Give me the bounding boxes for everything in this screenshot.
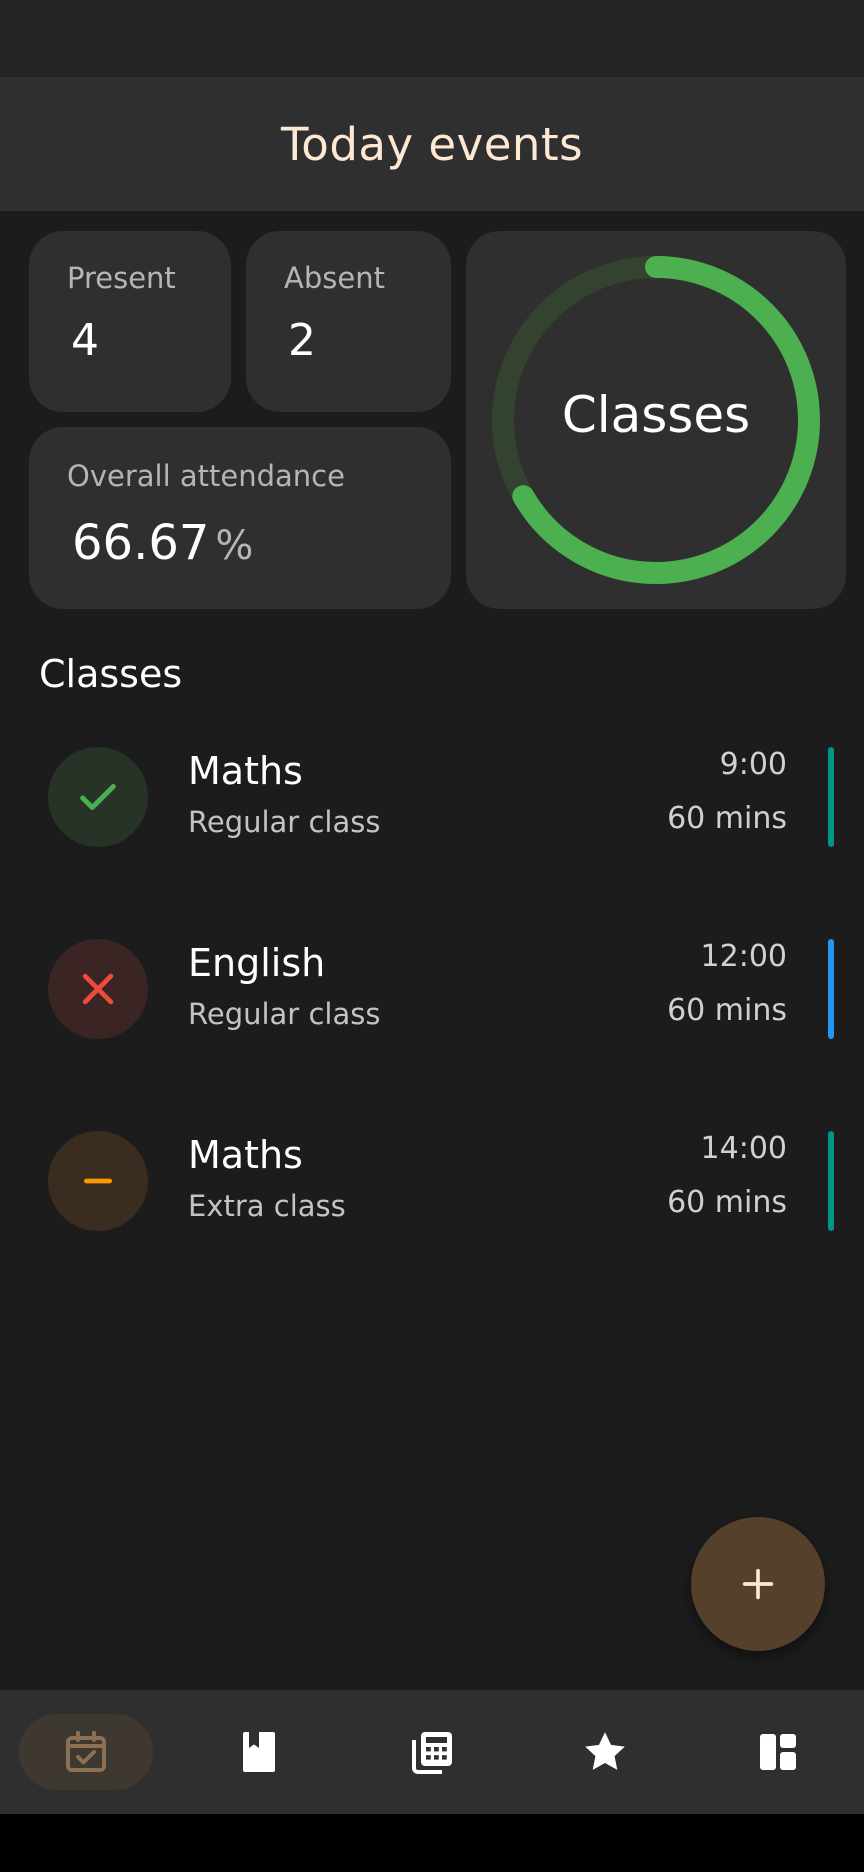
- class-name: English: [188, 941, 326, 985]
- class-accent-bar: [828, 747, 834, 847]
- nav-item-subjects[interactable]: [192, 1714, 326, 1790]
- overall-attendance-value: 66.67%: [72, 515, 253, 571]
- absent-card: Absent 2: [246, 231, 451, 412]
- book-icon: [243, 1732, 275, 1772]
- nav-item-dashboard[interactable]: [711, 1714, 845, 1790]
- dashboard-icon: [760, 1734, 796, 1770]
- system-navigation-bar: [0, 1814, 864, 1872]
- nav-item-favorites[interactable]: [538, 1714, 672, 1790]
- present-label: Present: [67, 261, 176, 295]
- overall-attendance-card: Overall attendance 66.67%: [29, 427, 451, 609]
- present-card: Present 4: [29, 231, 231, 412]
- classes-section-title: Classes: [39, 652, 183, 696]
- class-accent-bar: [828, 1131, 834, 1231]
- class-duration: 60 mins: [667, 1185, 787, 1220]
- minus-icon: [84, 1178, 112, 1184]
- overall-attendance-label: Overall attendance: [67, 459, 345, 493]
- plus-icon: [742, 1568, 774, 1600]
- class-name: Maths: [188, 749, 303, 793]
- class-duration: 60 mins: [667, 801, 787, 836]
- class-time: 9:00: [719, 747, 787, 782]
- class-item[interactable]: Maths Extra class 14:00 60 mins: [0, 1127, 864, 1237]
- calendar-check-icon: [66, 1731, 106, 1772]
- class-duration: 60 mins: [667, 993, 787, 1028]
- status-absent[interactable]: [48, 939, 148, 1039]
- absent-label: Absent: [284, 261, 385, 295]
- class-time: 12:00: [700, 939, 787, 974]
- status-bar: [0, 0, 864, 77]
- star-icon: [585, 1732, 625, 1770]
- class-type: Regular class: [188, 805, 381, 839]
- classes-progress-card[interactable]: Classes: [466, 231, 846, 609]
- page-title: Today events: [280, 117, 584, 171]
- status-cancelled[interactable]: [48, 1131, 148, 1231]
- overall-attendance-number: 66.67: [72, 515, 210, 571]
- calculator-icon: [412, 1732, 452, 1774]
- class-item[interactable]: English Regular class 12:00 60 mins: [0, 935, 864, 1045]
- class-item[interactable]: Maths Regular class 9:00 60 mins: [0, 743, 864, 853]
- class-name: Maths: [188, 1133, 303, 1177]
- status-present[interactable]: [48, 747, 148, 847]
- overall-attendance-unit: %: [215, 523, 254, 569]
- nav-item-timetable[interactable]: [365, 1714, 499, 1790]
- class-type: Regular class: [188, 997, 381, 1031]
- bottom-navigation: [0, 1690, 864, 1814]
- present-value: 4: [71, 315, 99, 366]
- class-time: 14:00: [700, 1131, 787, 1166]
- app-bar: Today events: [0, 77, 864, 211]
- add-class-button[interactable]: [691, 1517, 825, 1651]
- class-accent-bar: [828, 939, 834, 1039]
- close-icon: [82, 973, 114, 1005]
- class-type: Extra class: [188, 1189, 346, 1223]
- classes-progress-label: Classes: [561, 386, 751, 444]
- nav-item-today[interactable]: [19, 1714, 153, 1790]
- absent-value: 2: [288, 315, 316, 366]
- check-icon: [80, 783, 116, 811]
